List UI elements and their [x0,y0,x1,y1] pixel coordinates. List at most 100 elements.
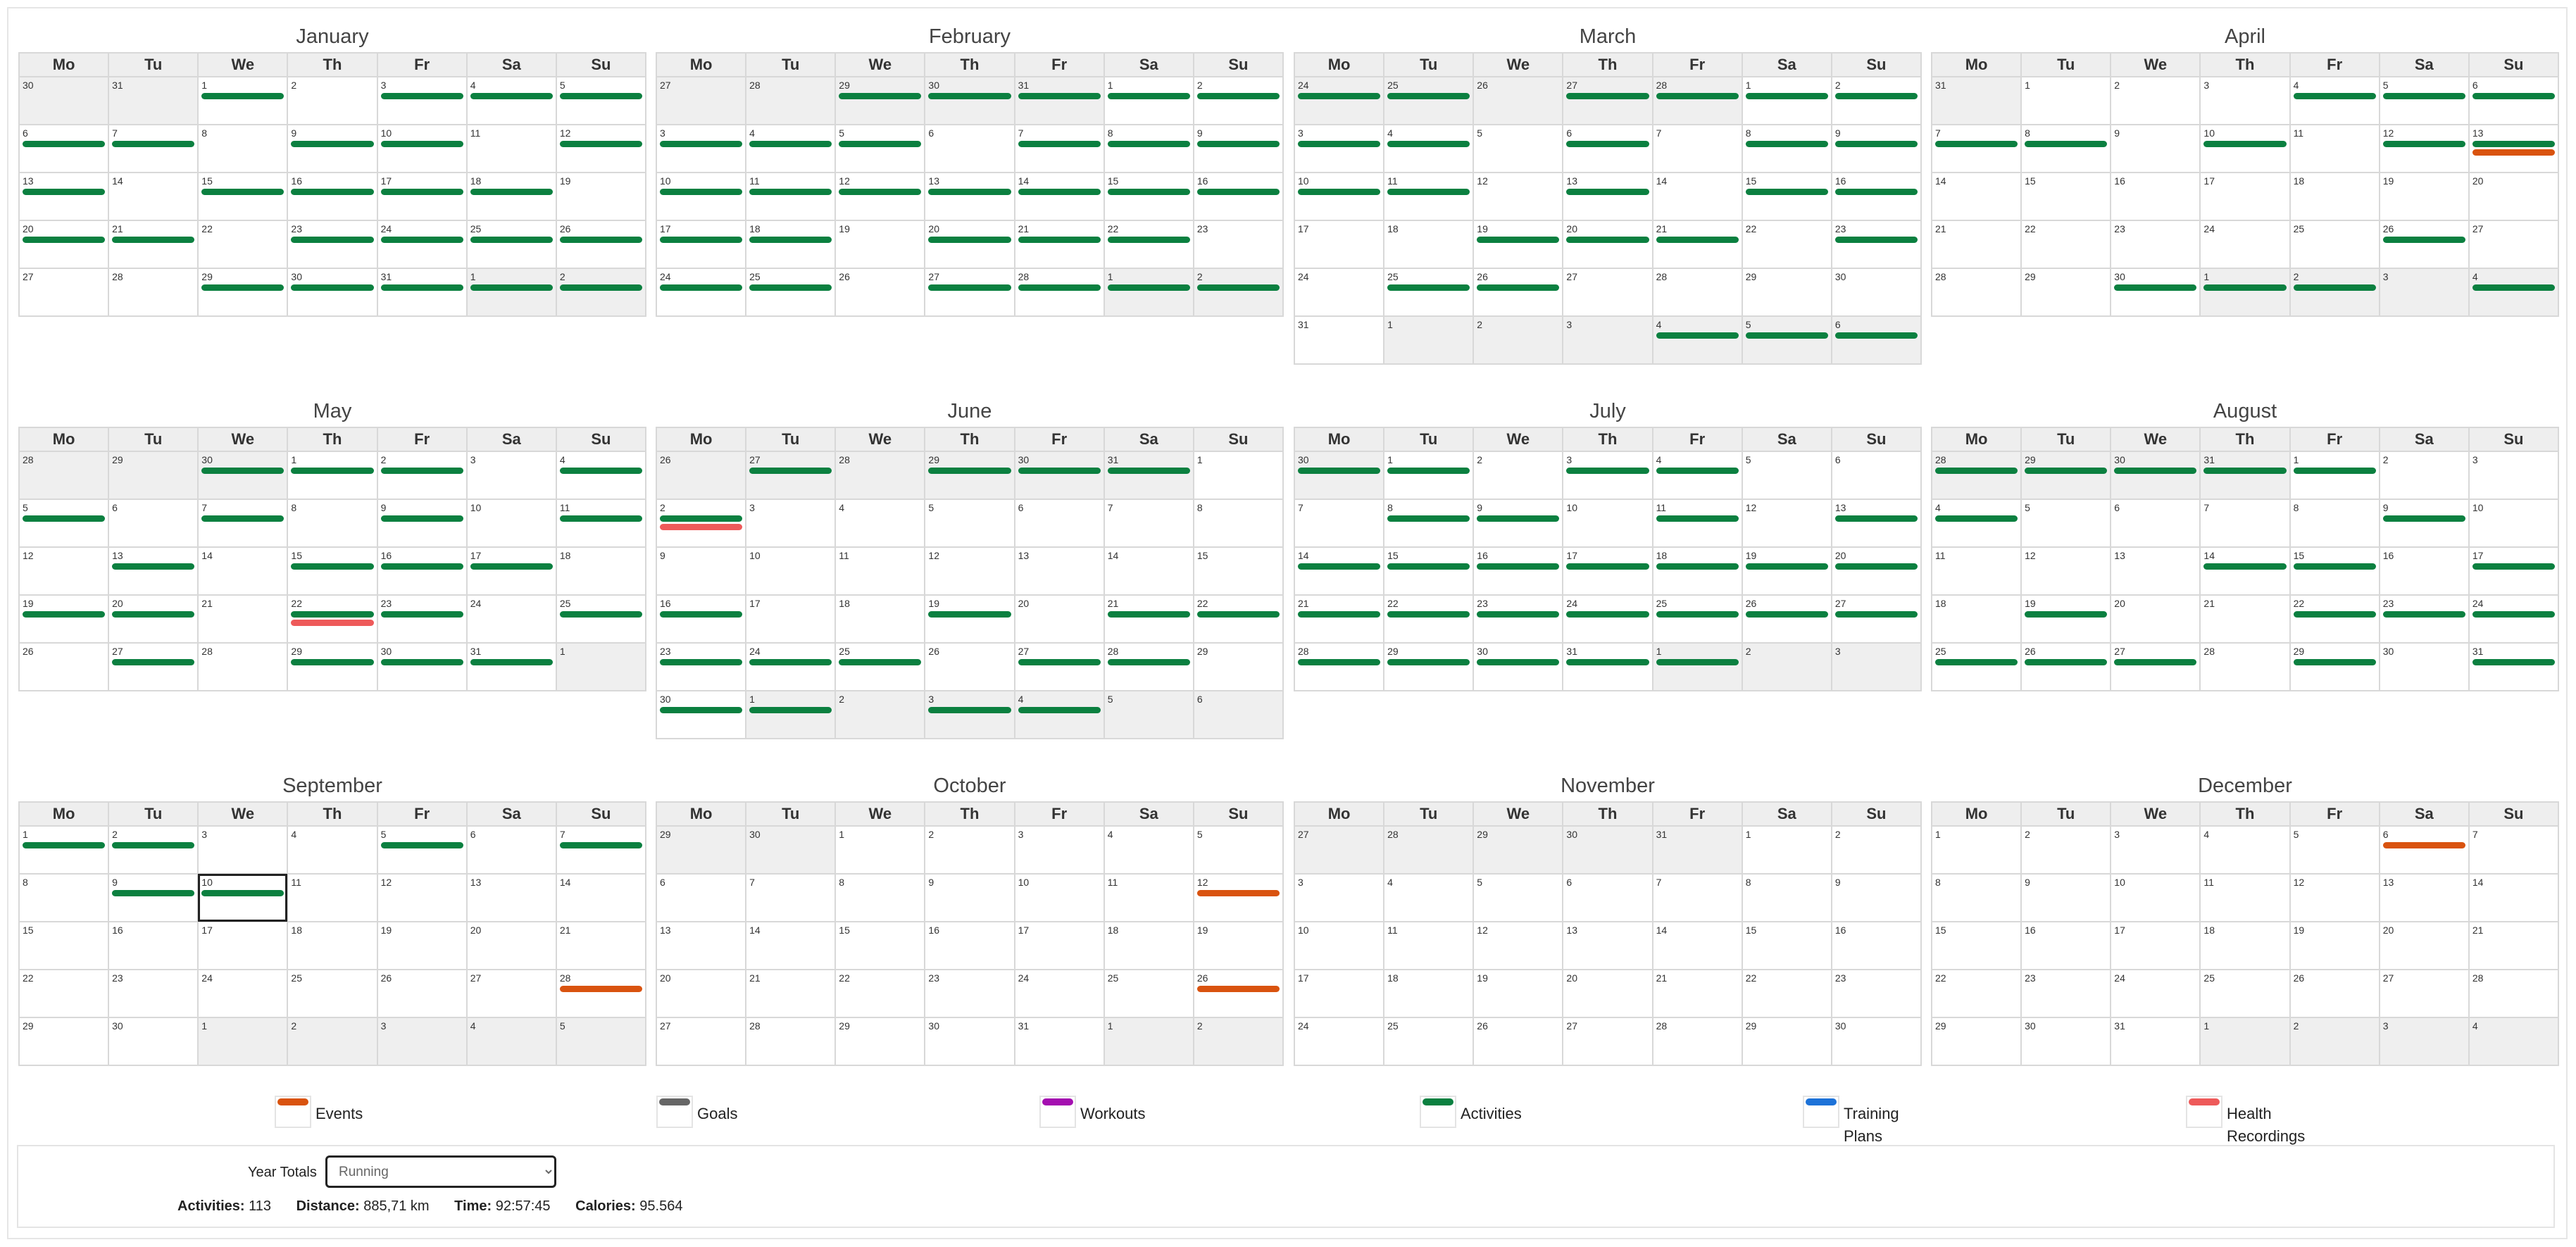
day-cell[interactable]: 1 [1651,642,1743,691]
legend-toggle[interactable] [1039,1096,1076,1128]
day-cell[interactable]: 5 [834,124,926,173]
activities-bar[interactable] [1834,141,1918,147]
day-cell[interactable]: 24 [376,220,468,269]
day-cell[interactable]: 4 [2468,268,2560,317]
day-cell[interactable]: 14 [108,172,199,221]
day-cell[interactable]: 18 [2289,172,2380,221]
day-cell[interactable]: 5 [1741,451,1832,500]
legend-toggle[interactable] [275,1096,311,1128]
day-cell[interactable]: 1 [2199,1017,2291,1066]
activities-bar[interactable] [1566,563,1649,570]
day-cell[interactable]: 9 [287,124,378,173]
day-cell[interactable]: 8 [18,873,110,922]
activities-bar[interactable] [2203,563,2287,570]
day-cell[interactable]: 31 [1293,315,1385,365]
activities-bar[interactable] [928,93,1011,99]
activities-bar[interactable] [1834,93,1918,99]
legend-item-events[interactable]: Events [275,1096,363,1128]
day-cell[interactable]: 2 [2020,825,2112,875]
day-cell[interactable]: 12 [1741,499,1832,548]
day-cell[interactable]: 10 [2199,124,2291,173]
activities-bar[interactable] [1018,284,1101,291]
activities-bar[interactable] [1107,611,1190,618]
activities-bar[interactable] [470,659,553,665]
day-cell[interactable]: 21 [745,969,837,1018]
activities-bar[interactable] [928,237,1011,243]
day-cell[interactable]: 3 [376,76,468,125]
day-cell[interactable]: 27 [2110,642,2201,691]
day-cell[interactable]: 16 [2378,546,2470,596]
activities-bar[interactable] [23,189,106,195]
day-cell[interactable]: 21 [555,921,647,970]
day-cell[interactable]: 11 [1651,499,1743,548]
day-cell[interactable]: 14 [1651,172,1743,221]
activities-bar[interactable] [749,468,832,474]
activities-bar[interactable] [1298,141,1381,147]
day-cell[interactable]: 31 [1562,642,1653,691]
day-cell[interactable]: 1 [287,451,378,500]
activities-bar[interactable] [1656,332,1739,339]
day-cell[interactable]: 17 [197,921,289,970]
day-cell[interactable]: 8 [1192,499,1284,548]
day-cell[interactable]: 2 [655,499,747,548]
activities-bar[interactable] [2382,93,2465,99]
activities-bar[interactable] [2203,284,2287,291]
day-cell[interactable]: 16 [376,546,468,596]
day-cell[interactable]: 23 [1830,220,1922,269]
day-cell[interactable]: 10 [1293,921,1385,970]
day-cell[interactable]: 31 [376,268,468,317]
day-cell[interactable]: 28 [1651,76,1743,125]
day-cell[interactable]: 25 [1383,1017,1475,1066]
activities-bar[interactable] [1656,515,1739,522]
day-cell[interactable]: 7 [1651,124,1743,173]
day-cell[interactable]: 7 [1293,499,1385,548]
day-cell[interactable]: 7 [1013,124,1105,173]
activities-bar[interactable] [1656,611,1739,618]
day-cell[interactable]: 14 [555,873,647,922]
day-cell[interactable]: 24 [1293,76,1385,125]
day-cell[interactable]: 7 [555,825,647,875]
day-cell[interactable]: 27 [655,1017,747,1066]
activities-bar[interactable] [112,141,195,147]
day-cell[interactable]: 7 [1103,499,1194,548]
day-cell[interactable]: 29 [1192,642,1284,691]
activities-bar[interactable] [2382,237,2465,243]
day-cell[interactable]: 4 [1383,124,1475,173]
day-cell[interactable]: 24 [1293,268,1385,317]
day-cell[interactable]: 28 [1103,642,1194,691]
day-cell[interactable]: 8 [1741,124,1832,173]
day-cell[interactable]: 10 [465,499,557,548]
events-bar[interactable] [2382,842,2465,848]
activities-bar[interactable] [1935,468,2018,474]
day-cell[interactable]: 30 [924,1017,1015,1066]
day-cell[interactable]: 6 [1013,499,1105,548]
day-cell[interactable]: 4 [1651,451,1743,500]
day-cell[interactable]: 14 [1651,921,1743,970]
day-cell[interactable]: 16 [1830,921,1922,970]
day-cell[interactable]: 31 [2468,642,2560,691]
day-cell[interactable]: 4 [465,76,557,125]
day-cell[interactable]: 19 [2378,172,2470,221]
day-cell[interactable]: 13 [1562,921,1653,970]
activities-bar[interactable] [380,189,463,195]
day-cell[interactable]: 16 [1192,172,1284,221]
day-cell[interactable]: 24 [2468,594,2560,644]
activities-bar[interactable] [749,707,832,713]
day-cell[interactable]: 2 [2110,76,2201,125]
day-cell[interactable]: 25 [287,969,378,1018]
activities-bar[interactable] [660,189,743,195]
day-cell[interactable]: 28 [1930,451,2022,500]
day-cell[interactable]: 22 [1103,220,1194,269]
day-cell[interactable]: 30 [745,825,837,875]
day-cell[interactable]: 4 [2199,825,2291,875]
day-cell[interactable]: 23 [2020,969,2112,1018]
day-cell[interactable]: 11 [2199,873,2291,922]
day-cell[interactable]: 20 [655,969,747,1018]
day-cell[interactable]: 21 [2199,594,2291,644]
day-cell[interactable]: 13 [2110,546,2201,596]
legend-toggle[interactable] [2186,1096,2222,1128]
day-cell[interactable]: 1 [465,268,557,317]
day-cell[interactable]: 5 [2020,499,2112,548]
day-cell[interactable]: 20 [1562,969,1653,1018]
activities-bar[interactable] [1107,237,1190,243]
